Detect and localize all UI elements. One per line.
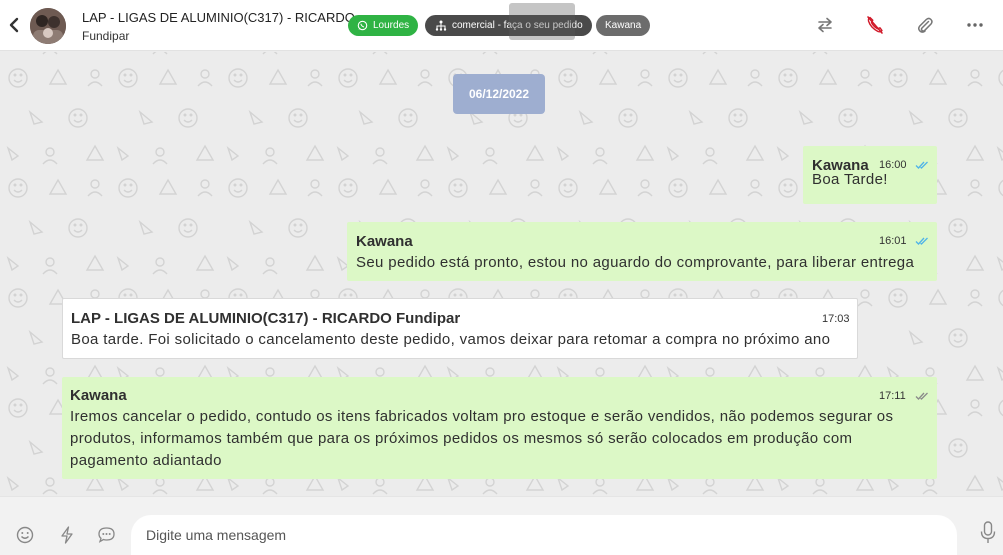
chat-bubble-icon — [97, 527, 115, 543]
delivered-receipt-icon — [915, 392, 928, 400]
sitemap-icon — [435, 20, 447, 31]
end-call-button[interactable] — [864, 14, 886, 36]
read-receipt-icon — [915, 237, 928, 245]
contact-name[interactable]: LAP - LIGAS DE ALUMINIO(C317) - RICARDO — [82, 10, 355, 25]
chat-header: LAP - LIGAS DE ALUMINIO(C317) - RICARDO … — [0, 0, 1003, 51]
more-options-icon — [967, 23, 983, 27]
paperclip-icon — [917, 17, 933, 33]
read-receipt-icon — [915, 161, 928, 169]
message-text: Seu pedido está pronto, estou no aguardo… — [356, 254, 915, 271]
end-call-icon — [867, 16, 883, 34]
message-sender: LAP - LIGAS DE ALUMINIO(C317) - RICARDO … — [71, 310, 461, 327]
message-time: 16:01 — [879, 235, 907, 247]
message-composer — [0, 496, 1003, 555]
attach-button[interactable] — [914, 14, 936, 36]
date-divider: 06/12/2022 — [453, 74, 545, 114]
chat-options-button[interactable] — [96, 525, 116, 545]
microphone-button[interactable] — [978, 521, 998, 543]
tag-kawana[interactable]: Kawana — [596, 15, 651, 36]
message-bubble-outgoing[interactable]: Kawana 17:11 Iremos cancelar o pedido, c… — [62, 377, 937, 479]
message-bubble-outgoing[interactable]: Kawana 16:01 Seu pedido está pronto, est… — [347, 222, 937, 281]
message-bubble-outgoing[interactable]: Kawana 16:00 Boa Tarde! — [803, 146, 937, 204]
message-text: Boa Tarde! — [812, 171, 888, 188]
tag-lourdes[interactable]: Lourdes — [348, 15, 419, 36]
message-input[interactable] — [131, 515, 957, 555]
avatar[interactable] — [30, 8, 66, 44]
message-text-line: pagamento adiantado — [70, 452, 222, 469]
message-text-line: Iremos cancelar o pedido, contudo os ite… — [70, 408, 894, 425]
emoji-button[interactable] — [15, 525, 35, 545]
tag-label: Kawana — [605, 20, 642, 31]
more-options-button[interactable] — [964, 14, 986, 36]
message-bubble-incoming[interactable]: LAP - LIGAS DE ALUMINIO(C317) - RICARDO … — [62, 298, 858, 359]
chevron-left-icon — [9, 17, 19, 33]
message-text: Boa tarde. Foi solicitado o cancelamento… — [71, 331, 831, 348]
quick-replies-button[interactable] — [57, 525, 77, 545]
tag-label: Lourdes — [373, 20, 410, 31]
transfer-icon — [818, 17, 832, 33]
lightning-icon — [61, 526, 73, 544]
message-time: 17:11 — [879, 390, 906, 402]
contact-subtitle: Fundipar — [82, 29, 130, 43]
chat-area[interactable]: 06/12/2022 Kawana 16:00 Boa Tarde! Kawan… — [0, 52, 1003, 496]
microphone-icon — [980, 521, 996, 543]
tooltip-overlay — [509, 3, 575, 40]
message-time: 17:03 — [822, 313, 850, 325]
message-sender: Kawana — [356, 233, 413, 250]
message-text-line: produtos, informamos também que para os … — [70, 430, 853, 447]
message-sender: Kawana — [70, 387, 127, 404]
emoji-icon — [16, 526, 34, 544]
transfer-button[interactable] — [814, 14, 836, 36]
back-button[interactable] — [6, 15, 22, 35]
whatsapp-icon — [357, 20, 368, 31]
